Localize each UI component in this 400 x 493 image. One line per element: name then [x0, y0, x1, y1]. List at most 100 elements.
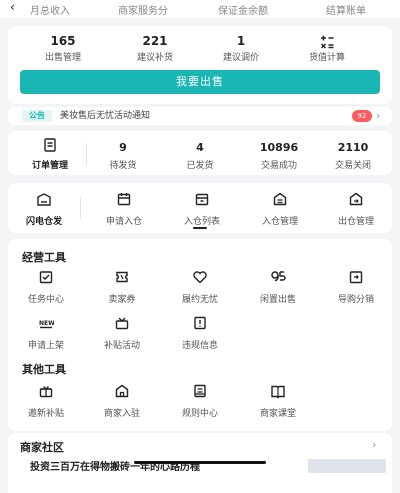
tool-apply-listing[interactable]: NEW 申请上架	[14, 315, 78, 351]
apply-inbound[interactable]: 申请入仓	[94, 191, 154, 227]
tool-violations[interactable]: 违规信息	[168, 315, 232, 351]
house-out-icon	[349, 192, 363, 206]
home-indicator	[134, 461, 266, 464]
tool-label: 申请上架	[27, 341, 64, 351]
tool-invite-subsidy[interactable]: 邀新补贴	[14, 383, 78, 419]
flash-item-label: 出仓管理	[337, 217, 374, 227]
flash-item-label: 入仓列表	[183, 217, 220, 227]
tool-rules-center[interactable]: 规则中心	[168, 383, 232, 419]
order-success[interactable]: 10896 交易成功	[244, 141, 314, 171]
task-icon	[39, 271, 53, 284]
order-label: 交易成功	[260, 161, 297, 171]
stat-label: 出售管理	[44, 53, 81, 63]
stat-value: 221	[142, 34, 168, 48]
share-icon	[349, 271, 363, 284]
inbound-management[interactable]: 入仓管理	[250, 191, 310, 227]
flash-warehouse-card: 闪电仓发 申请入仓 入仓列表 入仓管理 出仓管理	[8, 183, 392, 233]
book-icon	[271, 385, 285, 399]
post-thumbnail[interactable]	[308, 459, 386, 473]
gift-icon	[115, 317, 129, 330]
tool-idle-sell[interactable]: 闲置出售	[246, 269, 310, 305]
tool-distribution[interactable]: 导购分销	[324, 269, 388, 305]
rules-icon	[194, 384, 206, 398]
inbound-list[interactable]: 入仓列表	[172, 191, 232, 227]
house-icon	[273, 192, 287, 206]
nav-item-settlement[interactable]: 结算账单	[326, 2, 366, 17]
seller-dashboard: ‹ 月总收入 商家服务分 保证金余额 结算账单 165 出售管理 221 建议补…	[0, 0, 400, 493]
announcement-tag: 公告	[22, 110, 52, 122]
flash-warehouse[interactable]: 闪电仓发	[14, 191, 74, 227]
stat-label: 货值计算	[308, 53, 345, 63]
tool-label: 规则中心	[181, 409, 218, 419]
tool-label: 卖家券	[108, 295, 136, 305]
chevron-right-icon[interactable]: ›	[372, 438, 376, 451]
tool-label: 违规信息	[181, 341, 218, 351]
orders-card: 订单管理 9 待发货 4 已发货 10896 交易成功 2110 交易关闭	[8, 131, 392, 175]
tool-label: 邀新补贴	[27, 409, 64, 419]
nav-item-monthly-income[interactable]: 月总收入	[30, 2, 70, 17]
order-label: 已发货	[186, 161, 214, 171]
idle-sell-icon	[271, 271, 286, 282]
divider	[80, 197, 81, 219]
stat-value: 165	[50, 34, 76, 48]
nav-item-service-score[interactable]: 商家服务分	[118, 2, 168, 17]
community-title: 商家社区	[20, 441, 64, 454]
top-nav: ‹ 月总收入 商家服务分 保证金余额 结算账单	[0, 0, 400, 18]
order-label: 待发货	[109, 161, 137, 171]
stat-reprice[interactable]: 1 建议调价	[196, 34, 286, 63]
section-title-business-tools: 经营工具	[22, 251, 66, 264]
tool-label: 导购分销	[337, 295, 374, 305]
stat-label: 建议调价	[222, 53, 259, 63]
order-list-icon	[44, 138, 56, 152]
stat-value: 1	[236, 34, 246, 48]
divider	[86, 143, 87, 165]
tool-subsidy[interactable]: 补贴活动	[90, 315, 154, 351]
order-count: 4	[196, 141, 204, 154]
tool-fulfillment[interactable]: 履约无忧	[168, 269, 232, 305]
calendar-icon	[117, 193, 131, 206]
tool-task-center[interactable]: 任务中心	[14, 269, 78, 305]
tool-label: 履约无忧	[181, 295, 218, 305]
nav-item-deposit[interactable]: 保证金余额	[218, 2, 268, 17]
section-title-other-tools: 其他工具	[22, 363, 66, 376]
back-icon[interactable]: ‹	[10, 0, 15, 14]
flash-item-label: 入仓管理	[261, 217, 298, 227]
order-count: 2110	[337, 141, 369, 154]
coupon-icon	[116, 271, 128, 283]
order-pending-ship[interactable]: 9 待发货	[88, 141, 158, 171]
tool-label: 补贴活动	[103, 341, 140, 351]
tool-label: 商家课堂	[259, 409, 296, 419]
warning-doc-icon	[194, 316, 206, 330]
outbound-management[interactable]: 出仓管理	[326, 191, 386, 227]
stat-restock[interactable]: 221 建议补货	[110, 34, 200, 63]
order-shipped[interactable]: 4 已发货	[168, 141, 232, 171]
svg-text:NEW: NEW	[39, 320, 54, 327]
order-management-label: 订单管理	[31, 161, 68, 171]
unread-badge: 92	[352, 110, 372, 122]
tool-merchant-join[interactable]: 商家入驻	[90, 383, 154, 419]
tool-merchant-class[interactable]: 商家课堂	[246, 383, 310, 419]
order-management[interactable]: 订单管理	[22, 137, 78, 171]
order-closed[interactable]: 2110 交易关闭	[320, 141, 386, 171]
shop-icon	[115, 384, 129, 398]
flash-item-label: 申请入仓	[105, 217, 142, 227]
tool-seller-coupon[interactable]: 卖家券	[90, 269, 154, 305]
stats-card: 165 出售管理 221 建议补货 1 建议调价 货值计算 我要出售	[8, 26, 392, 104]
announcement-bar[interactable]: 公告 美妆售后无忧活动通知 92 ›	[8, 107, 392, 125]
tool-label: 任务中心	[27, 295, 64, 305]
box-icon	[195, 193, 209, 206]
scroll-indicator	[193, 227, 207, 229]
chevron-right-icon: ›	[376, 109, 381, 122]
tools-card: 经营工具 任务中心 卖家券 履约无忧 闲置出售 导购分销 NEW 申请上架 补贴…	[8, 239, 392, 431]
sell-button[interactable]: 我要出售	[20, 70, 380, 94]
stat-for-sale[interactable]: 165 出售管理	[18, 34, 108, 63]
order-count: 10896	[259, 141, 299, 154]
gift-box-icon	[39, 386, 53, 398]
order-label: 交易关闭	[334, 161, 371, 171]
new-icon: NEW	[39, 320, 54, 329]
flash-item-label: 闪电仓发	[25, 217, 62, 227]
stat-value-calculator[interactable]: 货值计算	[282, 34, 372, 63]
calculator-icon	[321, 35, 334, 49]
heart-shield-icon	[193, 271, 207, 284]
order-count: 9	[119, 141, 127, 154]
